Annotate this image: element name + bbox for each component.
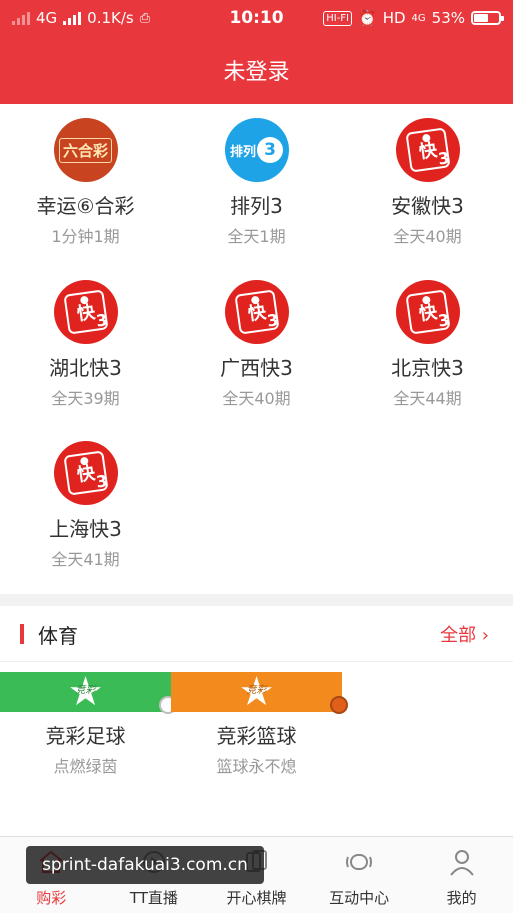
sports-header: 体育 全部 › xyxy=(0,606,513,662)
battery-percent: 53% xyxy=(431,9,465,27)
lottery-grid: 六合彩 幸运⑥合彩 1分钟1期 排列 3 排列3 全天1期 快3 安徽快3 全天4… xyxy=(0,104,513,594)
sport-name: 竞彩足球 xyxy=(45,724,126,748)
pailie3-logo-icon: 排列 3 xyxy=(224,118,289,182)
kuai3-logo-icon: 快3 xyxy=(53,441,118,505)
lottery-schedule: 全天44期 xyxy=(393,389,462,408)
lottery-item[interactable]: 快3 安徽快3 全天40期 xyxy=(342,104,513,264)
liuhecai-logo-icon: 六合彩 xyxy=(53,118,118,182)
section-accent-bar xyxy=(20,624,24,644)
lottery-name: 广西快3 xyxy=(220,356,293,380)
sport-name: 竞彩篮球 xyxy=(216,724,297,748)
tab-label: TT直播 xyxy=(129,889,178,907)
kuai3-logo-icon: 快3 xyxy=(395,118,460,182)
lottery-item[interactable]: 快3 广西快3 全天40期 xyxy=(171,266,342,426)
lottery-schedule: 1分钟1期 xyxy=(51,227,120,246)
app-header: 未登录 xyxy=(0,36,513,104)
lottery-schedule: 全天41期 xyxy=(51,550,120,569)
lottery-schedule: 全天40期 xyxy=(393,227,462,246)
lottery-name: 北京快3 xyxy=(391,356,464,380)
battery-icon xyxy=(471,11,504,25)
section-title: 体育 xyxy=(38,624,78,648)
lottery-schedule: 全天39期 xyxy=(51,389,120,408)
sports-section: 体育 全部 › ★ 竞彩 竞彩足球 点燃绿茵 ★ 竞彩 竞彩篮球 篮球永不熄 xyxy=(0,606,513,836)
kuai3-logo-icon: 快3 xyxy=(395,280,460,344)
lottery-name: 上海快3 xyxy=(49,517,122,541)
lottery-item[interactable]: 六合彩 幸运⑥合彩 1分钟1期 xyxy=(0,104,171,264)
lottery-item[interactable]: 排列 3 排列3 全天1期 xyxy=(171,104,342,264)
tab-label: 互动中心 xyxy=(329,889,390,907)
lottery-schedule: 全天1期 xyxy=(227,227,286,246)
hifi-badge: HI-FI xyxy=(323,10,352,26)
lottery-item[interactable]: 快3 湖北快3 全天39期 xyxy=(0,266,171,426)
tab-label: 开心棋牌 xyxy=(226,889,287,907)
lottery-name: 湖北快3 xyxy=(49,356,122,380)
tab-mine[interactable]: 我的 xyxy=(410,837,513,913)
lottery-item[interactable]: 快3 北京快3 全天44期 xyxy=(342,266,513,426)
hd-badge: HD xyxy=(382,9,406,27)
sport-slogan: 篮球永不熄 xyxy=(216,757,297,776)
watermark: sprint-dafakuai3.com.cn xyxy=(26,846,264,884)
basketball-logo-icon: ★ 竞彩 xyxy=(171,672,348,714)
user-icon xyxy=(449,850,474,876)
network-4g-badge: 4G xyxy=(411,12,426,24)
sport-item[interactable]: ★ 竞彩 竞彩篮球 篮球永不熄 xyxy=(171,672,348,822)
lottery-schedule: 全天40期 xyxy=(222,389,291,408)
lottery-name: 幸运⑥合彩 xyxy=(36,194,135,218)
status-bar: 4G 0.1K/s ⎙ 10:10 HI-FI ⏰ HD 4G 53% xyxy=(0,0,513,36)
football-logo-icon: ★ 竞彩 xyxy=(0,672,177,714)
status-right: HI-FI ⏰ HD 4G 53% xyxy=(323,9,504,27)
view-all-link[interactable]: 全部 › xyxy=(440,621,489,647)
sport-slogan: 点燃绿茵 xyxy=(53,757,118,776)
kuai3-logo-icon: 快3 xyxy=(53,280,118,344)
lottery-item[interactable]: 快3 上海快3 全天41期 xyxy=(0,427,171,587)
lottery-name: 安徽快3 xyxy=(391,194,464,218)
chat-icon xyxy=(346,854,373,870)
alarm-icon: ⏰ xyxy=(358,9,377,27)
lottery-name: 排列3 xyxy=(230,194,283,218)
tab-label: 我的 xyxy=(446,889,477,907)
sport-item[interactable]: ★ 竞彩 竞彩足球 点燃绿茵 xyxy=(0,672,177,822)
tab-interact[interactable]: 互动中心 xyxy=(308,837,411,913)
page-title[interactable]: 未登录 xyxy=(223,54,289,86)
tab-label: 购彩 xyxy=(36,889,67,907)
kuai3-logo-icon: 快3 xyxy=(224,280,289,344)
